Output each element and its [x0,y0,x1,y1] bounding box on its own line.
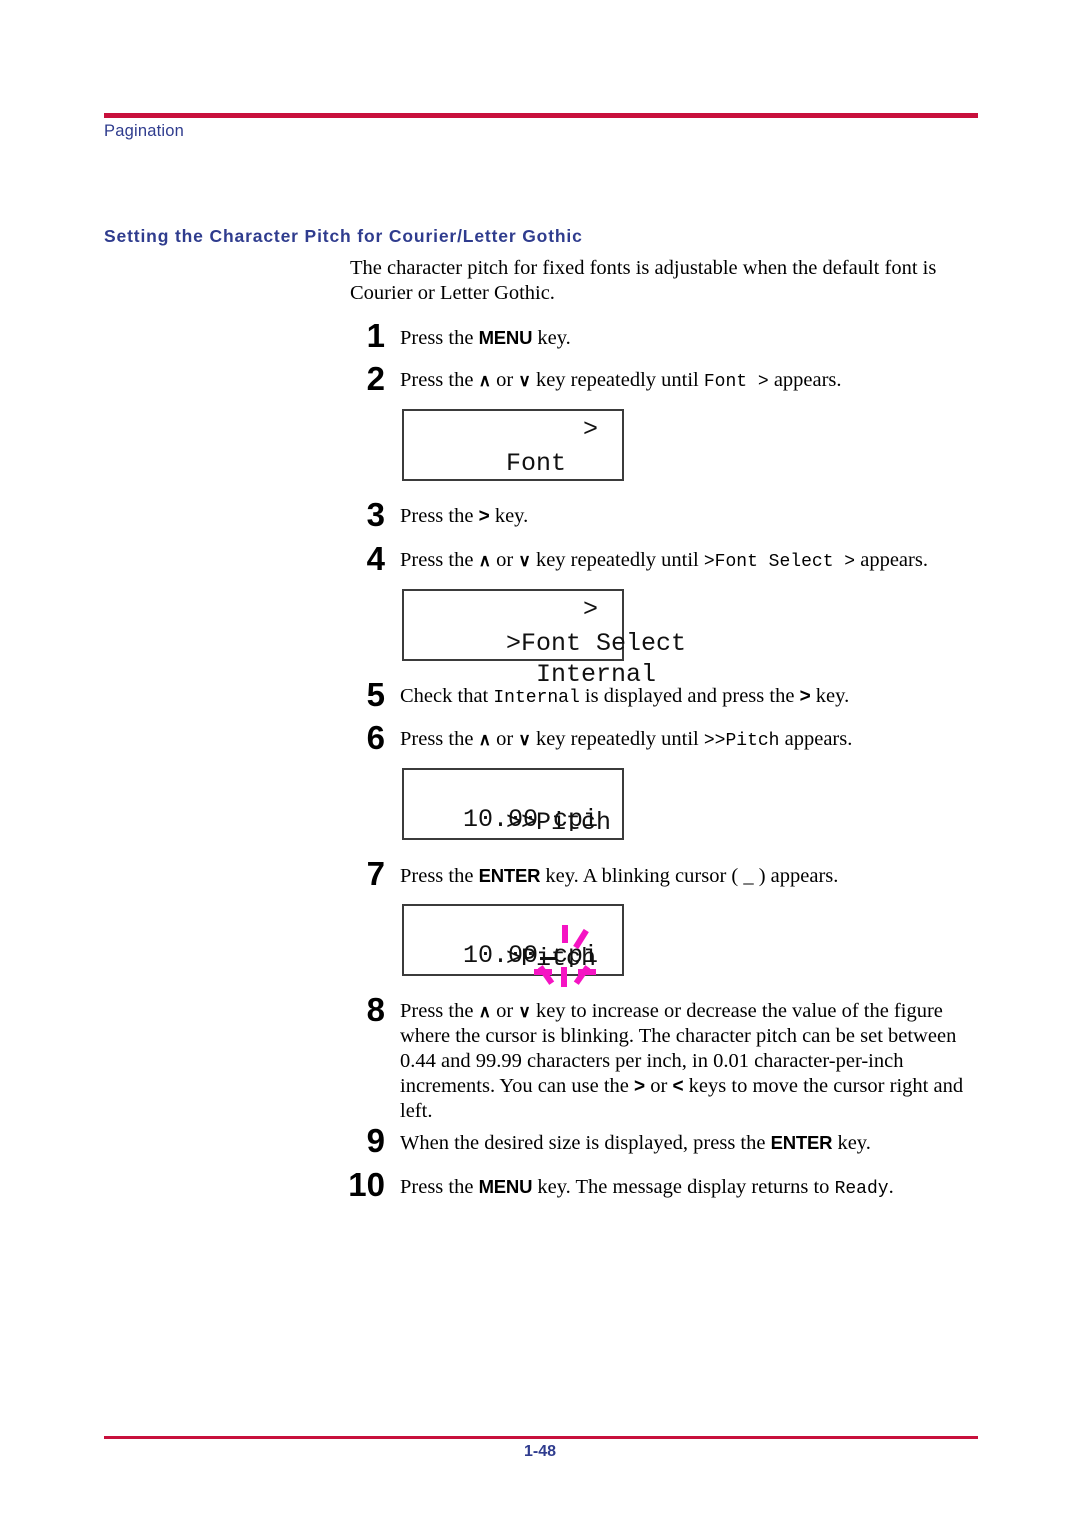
display-line-1: Font > [416,413,610,478]
section-heading: Setting the Character Pitch for Courier/… [104,226,583,246]
step-number: 1 [366,317,385,354]
step-number: 5 [366,676,385,713]
display-literal: Ready [834,1179,889,1199]
key-name: MENU [478,327,533,348]
display-literal: >>Pitch [703,731,780,751]
step-number: 9 [366,1122,385,1159]
step-number: 7 [366,855,385,892]
display-line-2 [416,444,610,478]
display-pitch-cursor: >Pitch 10.00 cpi [402,904,624,976]
step-number: 8 [366,991,385,1028]
key-glyph: ∧ [478,371,492,390]
key-name: ENTER [478,865,541,886]
step-text: Press the ∧ or ∨ key to increase or decr… [400,1000,964,1122]
display-literal: Font > [703,372,769,392]
blinking-cursor-underline [540,957,557,960]
key-name: MENU [478,1176,533,1197]
display-line-2: 10.00 cpi [416,803,610,837]
display-pitch: >>Pitch 10.00 cpi [402,768,624,840]
key-glyph: > [478,506,490,527]
display-line-2-right: 10.00 cpi [462,941,598,970]
key-glyph: ∨ [518,730,531,749]
header-rule [104,113,978,118]
display-line-2: 10.00 cpi [416,939,610,973]
key-glyph: ∧ [478,730,492,749]
display-line-1-right: > [582,415,598,444]
key-name: ENTER [770,1132,833,1153]
key-glyph: ∨ [518,551,531,570]
step-number: 6 [366,719,385,756]
key-glyph: ∧ [478,551,492,570]
display-line-1: >>Pitch [416,772,611,837]
key-glyph: > [634,1076,646,1097]
running-head: Pagination [104,122,184,140]
key-glyph: > [799,686,811,707]
step-text: Check that Internal is displayed and pre… [400,685,850,708]
key-glyph: < [672,1076,684,1097]
document-page: Pagination Setting the Character Pitch f… [0,0,1080,1528]
key-glyph: ∧ [478,1002,492,1021]
display-literal: Internal [493,688,580,708]
step-text: Press the ENTER key. A blinking cursor (… [400,865,839,887]
step-number: 4 [366,540,385,577]
display-line-2-right: 10.00 cpi [462,805,598,834]
key-glyph: ∨ [518,371,531,390]
step-text: Press the ∧ or ∨ key repeatedly until >F… [400,549,928,572]
step-text: Press the > key. [400,505,529,527]
step-number: 10 [348,1166,385,1203]
step-text: Press the ∧ or ∨ key repeatedly until >>… [400,728,853,751]
step-number: 3 [366,496,385,533]
display-line-1: >Pitch [416,908,610,973]
display-line-2: Internal [416,624,656,689]
step-text: Press the MENU key. [400,327,571,349]
step-text: When the desired size is displayed, pres… [400,1132,871,1154]
key-glyph: ∨ [518,1002,531,1021]
display-line-1: >Font Select > [416,593,686,658]
display-line-1-right: > [582,595,598,624]
step-text: Press the ∧ or ∨ key repeatedly until Fo… [400,369,842,392]
display-font-select: >Font Select > Internal [402,589,686,689]
display-literal: >Font Select > [703,552,856,572]
display-font: Font > [402,409,624,481]
step-number: 2 [366,360,385,397]
section-intro-paragraph: The character pitch for fixed fonts is a… [350,257,937,304]
footer-rule [104,1436,978,1439]
step-text: Press the MENU key. The message display … [400,1176,894,1199]
page-number: 1-48 [523,1443,557,1460]
